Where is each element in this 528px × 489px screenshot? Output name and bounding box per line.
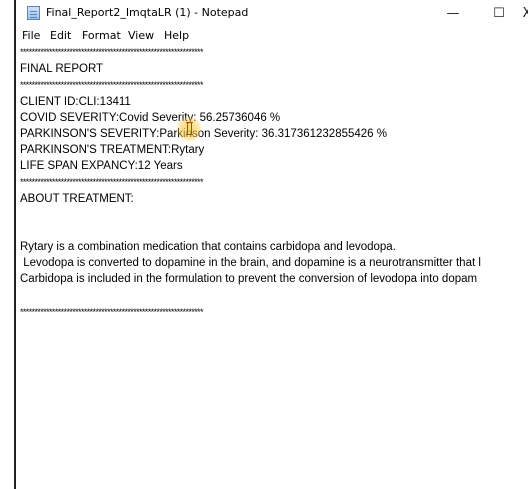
menu-format[interactable]: Format: [82, 29, 121, 42]
separator-line: ****************************************…: [20, 47, 203, 57]
maximize-button[interactable]: ☐: [476, 0, 522, 27]
minimize-button[interactable]: —: [430, 0, 476, 27]
text-cursor-icon: [186, 122, 193, 135]
window-title: Final_Report2_ImqtaLR (1) - Notepad: [46, 6, 249, 19]
menu-view[interactable]: View: [128, 29, 154, 42]
about-treatment-heading: ABOUT TREATMENT:: [20, 193, 134, 205]
background-desktop-strip: [0, 0, 16, 489]
report-heading: FINAL REPORT: [20, 63, 104, 75]
separator-line: ****************************************…: [20, 177, 203, 187]
treatment-paragraph-line: Carbidopa is included in the formulation…: [20, 273, 478, 285]
parkinson-treatment-line: PARKINSON'S TREATMENT:Rytary: [20, 144, 205, 156]
menu-file[interactable]: File: [22, 29, 40, 42]
close-button[interactable]: X: [522, 0, 528, 27]
title-bar[interactable]: Final_Report2_ImqtaLR (1) - Notepad — ☐ …: [16, 0, 528, 27]
separator-line: ****************************************…: [20, 307, 203, 317]
notepad-icon: [27, 6, 40, 20]
covid-severity-line: COVID SEVERITY:Covid Severity: 56.257360…: [20, 112, 281, 124]
menu-help[interactable]: Help: [164, 29, 189, 42]
treatment-paragraph-line: Levodopa is converted to dopamine in the…: [20, 257, 481, 269]
separator-line: ****************************************…: [20, 80, 203, 90]
parkinson-severity-line: PARKINSON'S SEVERITY:Parkinson Severity:…: [20, 128, 387, 140]
life-span-line: LIFE SPAN EXPANCY:12 Years: [20, 160, 183, 172]
menu-bar: File Edit Format View Help: [16, 27, 528, 46]
notepad-window: Final_Report2_ImqtaLR (1) - Notepad — ☐ …: [16, 0, 528, 489]
client-id-line: CLIENT ID:CLI:13411: [20, 96, 131, 108]
menu-edit[interactable]: Edit: [50, 29, 71, 42]
treatment-paragraph-line: Rytary is a combination medication that …: [20, 241, 396, 253]
text-editor[interactable]: ****************************************…: [16, 46, 528, 489]
